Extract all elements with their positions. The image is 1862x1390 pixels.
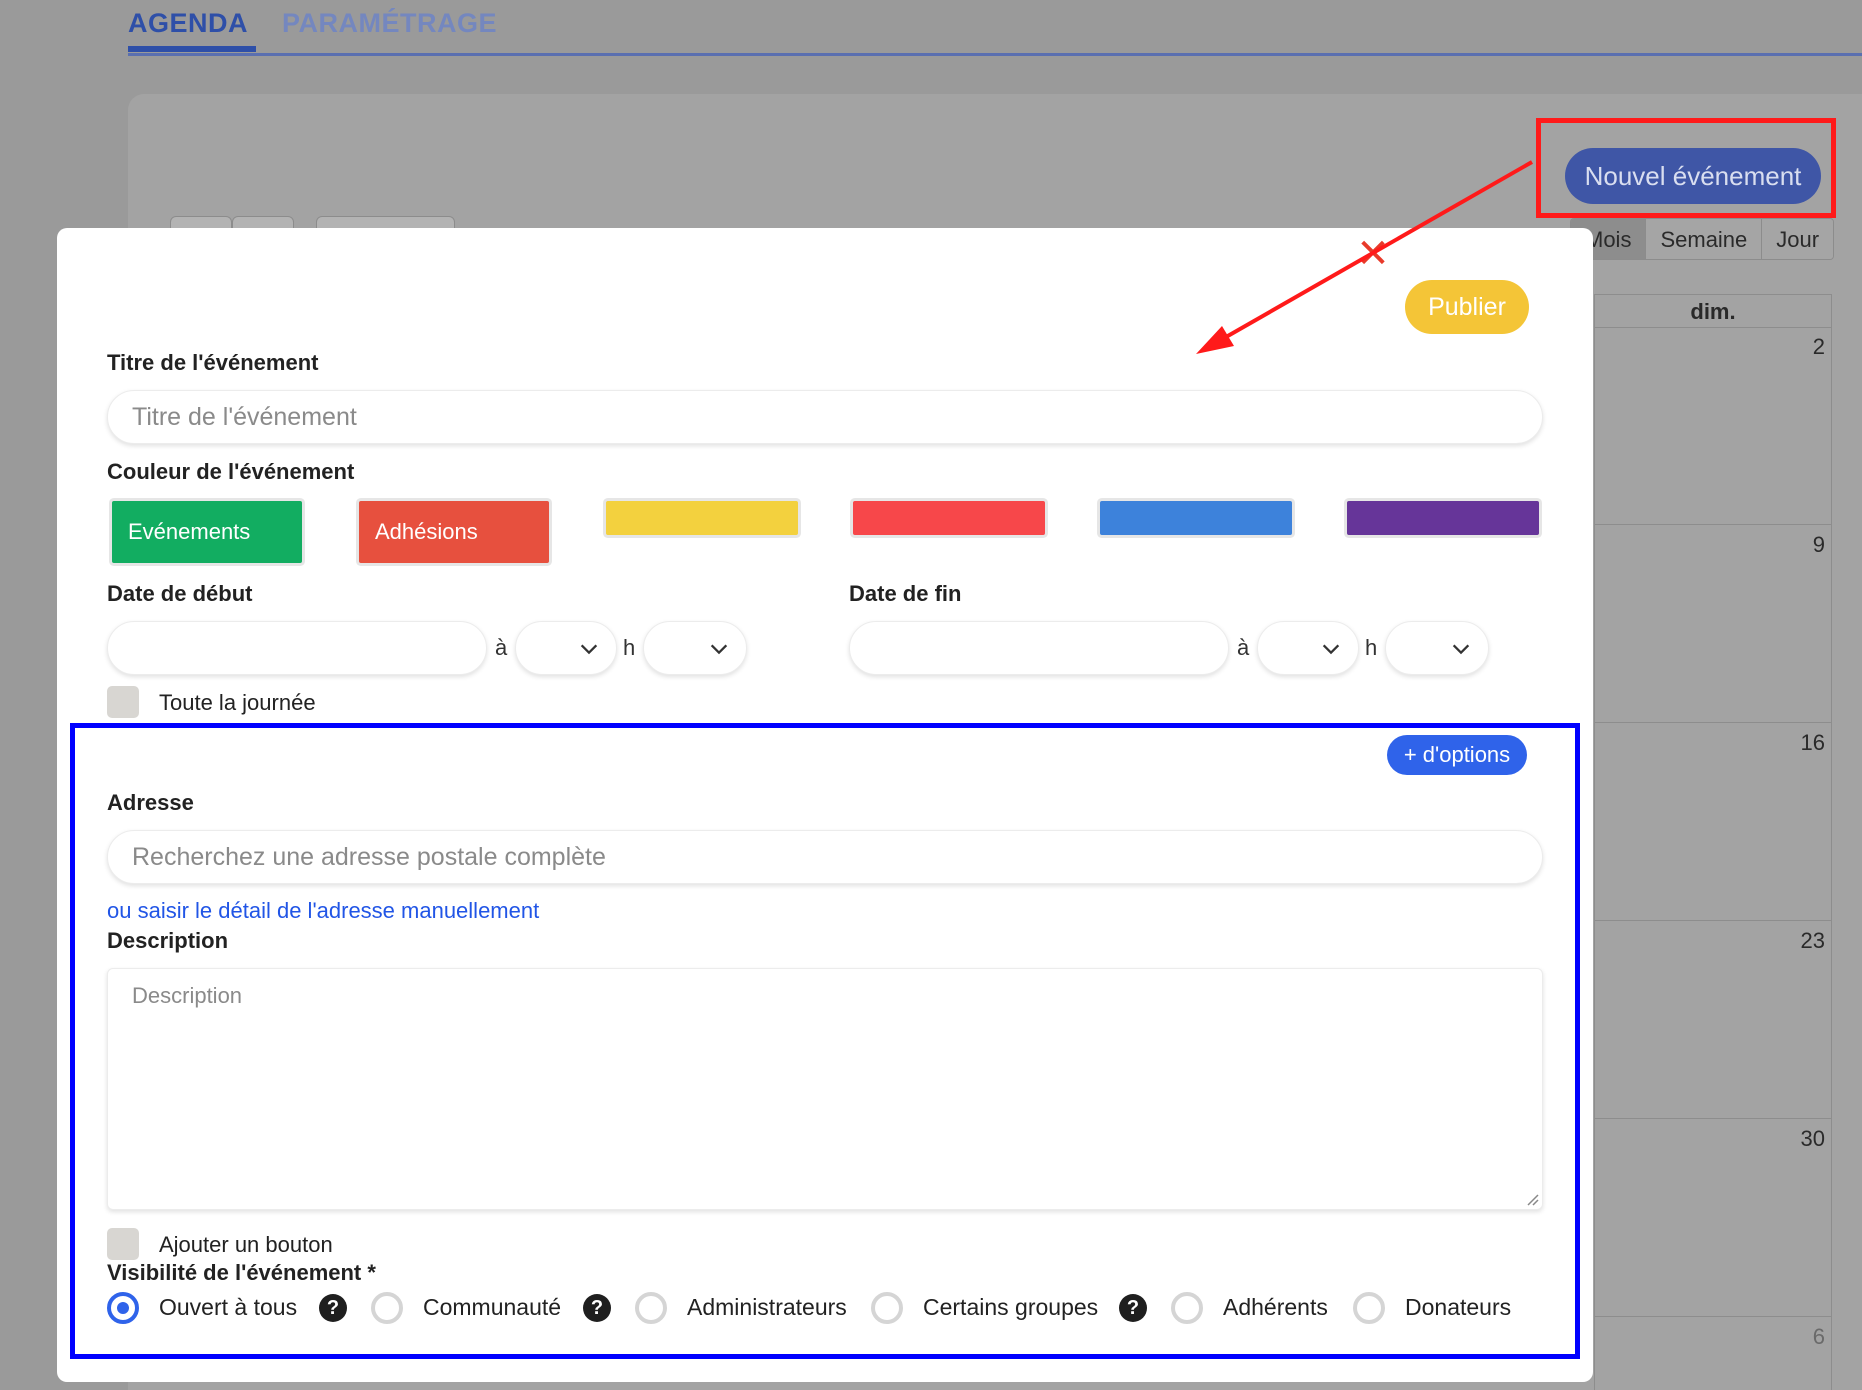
top-tabs: AGENDA PARAMÉTRAGE	[128, 0, 1862, 56]
end-minute-select[interactable]	[1385, 621, 1489, 675]
calendar-day-number[interactable]: 9	[1813, 532, 1825, 558]
calendar-day-number[interactable]: 16	[1801, 730, 1825, 756]
calendar-day-header: dim.	[1595, 294, 1831, 328]
annotation-highlight-new-event	[1536, 118, 1836, 218]
tab-parametrage[interactable]: PARAMÉTRAGE	[282, 8, 497, 39]
calendar-day-number[interactable]: 30	[1801, 1126, 1825, 1152]
all-day-label: Toute la journée	[159, 690, 316, 715]
chevron-down-icon	[710, 644, 728, 655]
publish-button[interactable]: Publier	[1405, 280, 1529, 334]
end-date-label: Date de fin	[849, 581, 962, 606]
end-hour-separator: h	[1365, 635, 1378, 660]
view-week-button[interactable]: Semaine	[1646, 219, 1763, 259]
calendar-view-switch: Mois Semaine Jour	[1570, 218, 1835, 260]
color-swatch-blue[interactable]	[1100, 501, 1292, 535]
annotation-highlight-options	[70, 723, 1580, 1359]
calendar-day-number[interactable]: 6	[1813, 1324, 1825, 1350]
calendar-day-number[interactable]: 2	[1813, 334, 1825, 360]
chevron-down-icon	[1322, 644, 1340, 655]
color-swatch-red[interactable]	[853, 501, 1045, 535]
close-icon[interactable]: ✕	[1353, 234, 1393, 274]
chevron-down-icon	[580, 644, 598, 655]
view-day-button[interactable]: Jour	[1762, 219, 1834, 259]
title-label: Titre de l'événement	[107, 350, 319, 375]
calendar-day-number[interactable]: 23	[1801, 928, 1825, 954]
end-at-separator: à	[1237, 635, 1250, 660]
color-swatch-yellow[interactable]	[606, 501, 798, 535]
start-date-label: Date de début	[107, 581, 253, 606]
calendar-grid: dim. 2 9 16 23 30 6	[1594, 294, 1832, 1390]
start-minute-select[interactable]	[643, 621, 747, 675]
start-hour-separator: h	[623, 635, 636, 660]
tab-agenda[interactable]: AGENDA	[128, 8, 257, 52]
start-at-separator: à	[495, 635, 508, 660]
title-input[interactable]	[107, 390, 1543, 444]
end-date-input[interactable]	[849, 621, 1229, 675]
color-swatch-evenements[interactable]: Evénements	[112, 501, 302, 563]
start-date-input[interactable]	[107, 621, 487, 675]
all-day-checkbox[interactable]	[107, 686, 139, 718]
color-label: Couleur de l'événement	[107, 459, 355, 484]
start-hour-select[interactable]	[515, 621, 617, 675]
chevron-down-icon	[1452, 644, 1470, 655]
end-hour-select[interactable]	[1257, 621, 1359, 675]
color-swatch-adhesions[interactable]: Adhésions	[359, 501, 549, 563]
color-swatch-purple[interactable]	[1347, 501, 1539, 535]
